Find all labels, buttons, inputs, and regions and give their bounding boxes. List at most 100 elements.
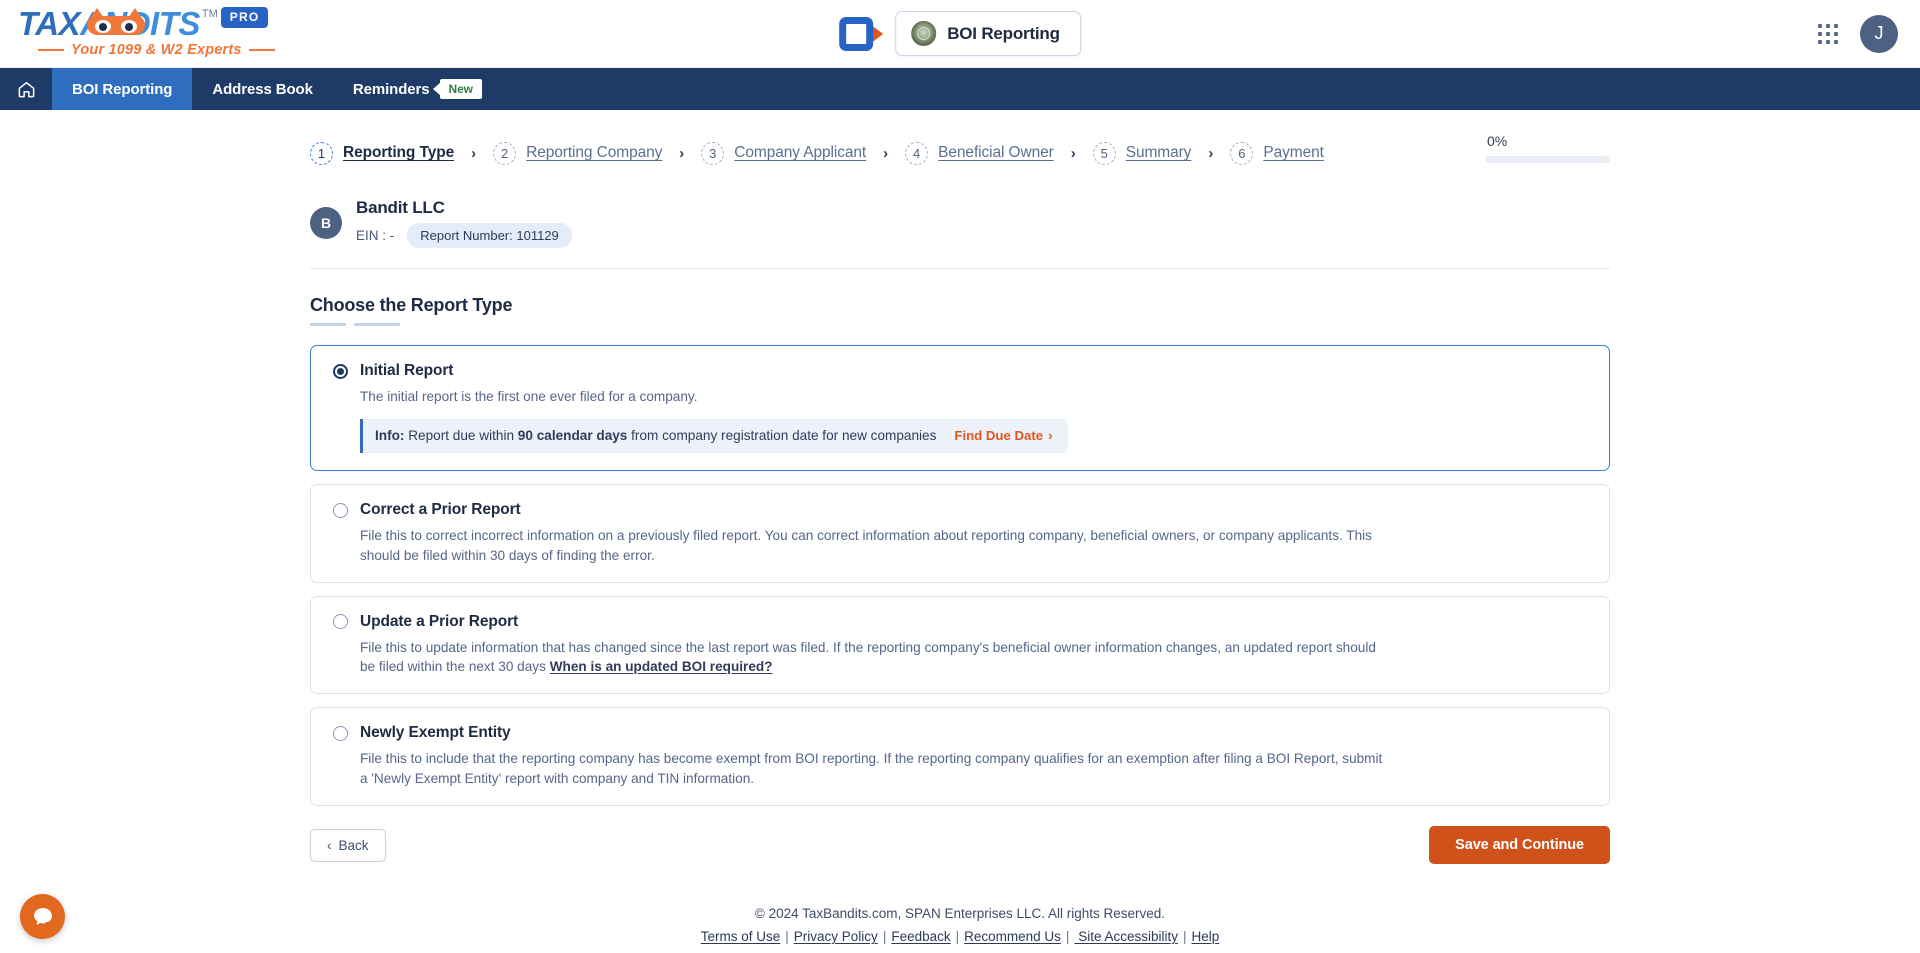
footer-link-feedback[interactable]: Feedback	[891, 929, 950, 944]
top-header: TAXANDITS TM PRO Your 1099 & W2 Experts	[0, 0, 1920, 68]
step-number: 1	[310, 141, 333, 165]
bandit-mask-icon	[87, 8, 145, 35]
option-update-prior-report[interactable]: Update a Prior Report File this to updat…	[310, 595, 1610, 695]
option-description-text: File this to update information that has…	[360, 639, 1376, 675]
product-switcher[interactable]: BOI Reporting	[839, 11, 1081, 56]
boi-reporting-button[interactable]: BOI Reporting	[895, 11, 1081, 56]
option-title: Initial Report	[360, 362, 454, 379]
apps-grid-icon[interactable]	[1818, 23, 1838, 44]
footer-separator: |	[1065, 929, 1070, 945]
step-beneficial-owner[interactable]: 4 Beneficial Owner	[905, 141, 1054, 165]
form-actions: ‹ Back Save and Continue	[310, 826, 1610, 865]
title-underline-decoration	[310, 323, 1610, 326]
nav-label: BOI Reporting	[72, 80, 173, 98]
user-avatar[interactable]: J	[1860, 14, 1898, 53]
step-summary[interactable]: 5 Summary	[1092, 141, 1192, 165]
boi-reporting-label: BOI Reporting	[947, 23, 1060, 43]
trademark-symbol: TM	[201, 8, 218, 20]
progress-stepper: 1 Reporting Type › 2 Reporting Company ›…	[310, 133, 1610, 170]
option-title: Update a Prior Report	[360, 612, 519, 630]
page-body: 1 Reporting Type › 2 Reporting Company ›…	[0, 110, 1920, 953]
option-description: File this to correct incorrect informati…	[360, 528, 1372, 563]
radio-newly-exempt-entity[interactable]	[333, 725, 348, 741]
footer-link-help[interactable]: Help	[1192, 929, 1220, 944]
company-name: Bandit LLC	[356, 198, 445, 217]
radio-update-prior-report[interactable]	[333, 614, 348, 630]
logo-tagline: Your 1099 & W2 Experts	[38, 42, 275, 58]
step-separator-icon: ›	[1070, 144, 1076, 162]
header-actions: J	[1818, 14, 1898, 53]
chevron-right-icon: ›	[1048, 428, 1053, 444]
report-type-options: Initial Report The initial report is the…	[310, 345, 1610, 807]
step-payment[interactable]: 6 Payment	[1230, 141, 1324, 165]
step-number: 4	[905, 141, 929, 165]
find-due-date-link[interactable]: Find Due Date ›	[954, 428, 1052, 443]
company-summary: B Bandit LLC EIN : - Report Number: 1011…	[310, 182, 1610, 269]
step-number: 6	[1230, 141, 1254, 165]
option-correct-prior-report[interactable]: Correct a Prior Report File this to corr…	[310, 484, 1610, 583]
nav-item-reminders[interactable]: Reminders New	[333, 68, 502, 110]
report-number-badge: Report Number: 101129	[407, 223, 572, 248]
footer-separator: |	[1182, 929, 1187, 945]
step-separator-icon: ›	[471, 144, 477, 162]
step-separator-icon: ›	[679, 144, 685, 162]
back-button-label: Back	[338, 837, 369, 853]
new-badge: New	[439, 79, 482, 99]
step-label: Payment	[1263, 144, 1324, 161]
progress-bar-track	[1485, 156, 1610, 163]
option-title: Correct a Prior Report	[360, 501, 521, 519]
main-navigation: BOI Reporting Address Book Reminders New	[0, 68, 1920, 110]
nav-item-address-book[interactable]: Address Book	[192, 68, 333, 110]
nav-label: Address Book	[212, 80, 313, 98]
footer-link-site-accessibility[interactable]: Site Accessibility	[1074, 929, 1178, 944]
nav-item-boi-reporting[interactable]: BOI Reporting	[52, 68, 193, 110]
footer: © 2024 TaxBandits.com, SPAN Enterprises …	[310, 906, 1610, 953]
progress-percent-label: 0%	[1487, 133, 1508, 149]
info-text-before: Report due within	[404, 428, 518, 444]
footer-link-recommend-us[interactable]: Recommend Us	[964, 929, 1061, 944]
footer-link-privacy-policy[interactable]: Privacy Policy	[794, 929, 878, 944]
step-number: 5	[1092, 141, 1116, 165]
gift-icon[interactable]	[839, 16, 874, 51]
step-reporting-type[interactable]: 1 Reporting Type	[310, 141, 455, 165]
step-number: 2	[493, 141, 517, 165]
info-banner-text: Info: Report due within 90 calendar days…	[375, 428, 936, 443]
logo-text-tax: TAX	[18, 5, 81, 42]
footer-separator: |	[955, 929, 960, 945]
updated-boi-required-link[interactable]: When is an updated BOI required?	[550, 659, 773, 674]
step-label: Beneficial Owner	[938, 144, 1054, 161]
radio-correct-prior-report[interactable]	[333, 502, 348, 518]
option-description: The initial report is the first one ever…	[360, 389, 698, 404]
footer-copyright: © 2024 TaxBandits.com, SPAN Enterprises …	[754, 906, 1166, 922]
footer-link-terms-of-use[interactable]: Terms of Use	[701, 929, 781, 944]
nav-label: Reminders	[352, 80, 430, 98]
page-title: Choose the Report Type	[310, 295, 513, 315]
info-prefix: Info:	[375, 428, 405, 444]
step-number: 3	[701, 141, 725, 165]
option-title: Newly Exempt Entity	[360, 724, 511, 742]
progress-indicator: 0%	[1485, 133, 1610, 163]
chat-bubble-icon[interactable]	[20, 894, 65, 939]
chevron-left-icon: ‹	[327, 837, 332, 853]
government-seal-icon	[911, 21, 937, 46]
step-separator-icon: ›	[883, 144, 889, 162]
footer-separator: |	[785, 929, 789, 945]
option-newly-exempt-entity[interactable]: Newly Exempt Entity File this to include…	[310, 707, 1610, 807]
option-description: File this to update information that has…	[360, 638, 1390, 677]
pro-badge: PRO	[220, 7, 269, 28]
option-initial-report[interactable]: Initial Report The initial report is the…	[310, 345, 1610, 472]
step-label: Reporting Type	[343, 144, 455, 161]
step-label: Summary	[1125, 144, 1192, 161]
step-label: Company Applicant	[734, 144, 867, 161]
back-button[interactable]: ‹ Back	[310, 828, 386, 862]
footer-links: Terms of Use | Privacy Policy | Feedback | Rec…	[310, 929, 1610, 944]
save-and-continue-button[interactable]: Save and Continue	[1429, 826, 1610, 865]
step-reporting-company[interactable]: 2 Reporting Company	[493, 141, 662, 165]
home-icon[interactable]	[0, 68, 52, 110]
step-company-applicant[interactable]: 3 Company Applicant	[701, 141, 867, 165]
taxbandits-logo[interactable]: TAXANDITS TM PRO Your 1099 & W2 Experts	[18, 4, 275, 58]
radio-initial-report[interactable]	[333, 363, 348, 379]
company-ein: EIN : -	[356, 228, 395, 243]
footer-separator: |	[882, 929, 887, 945]
company-avatar: B	[310, 207, 342, 239]
